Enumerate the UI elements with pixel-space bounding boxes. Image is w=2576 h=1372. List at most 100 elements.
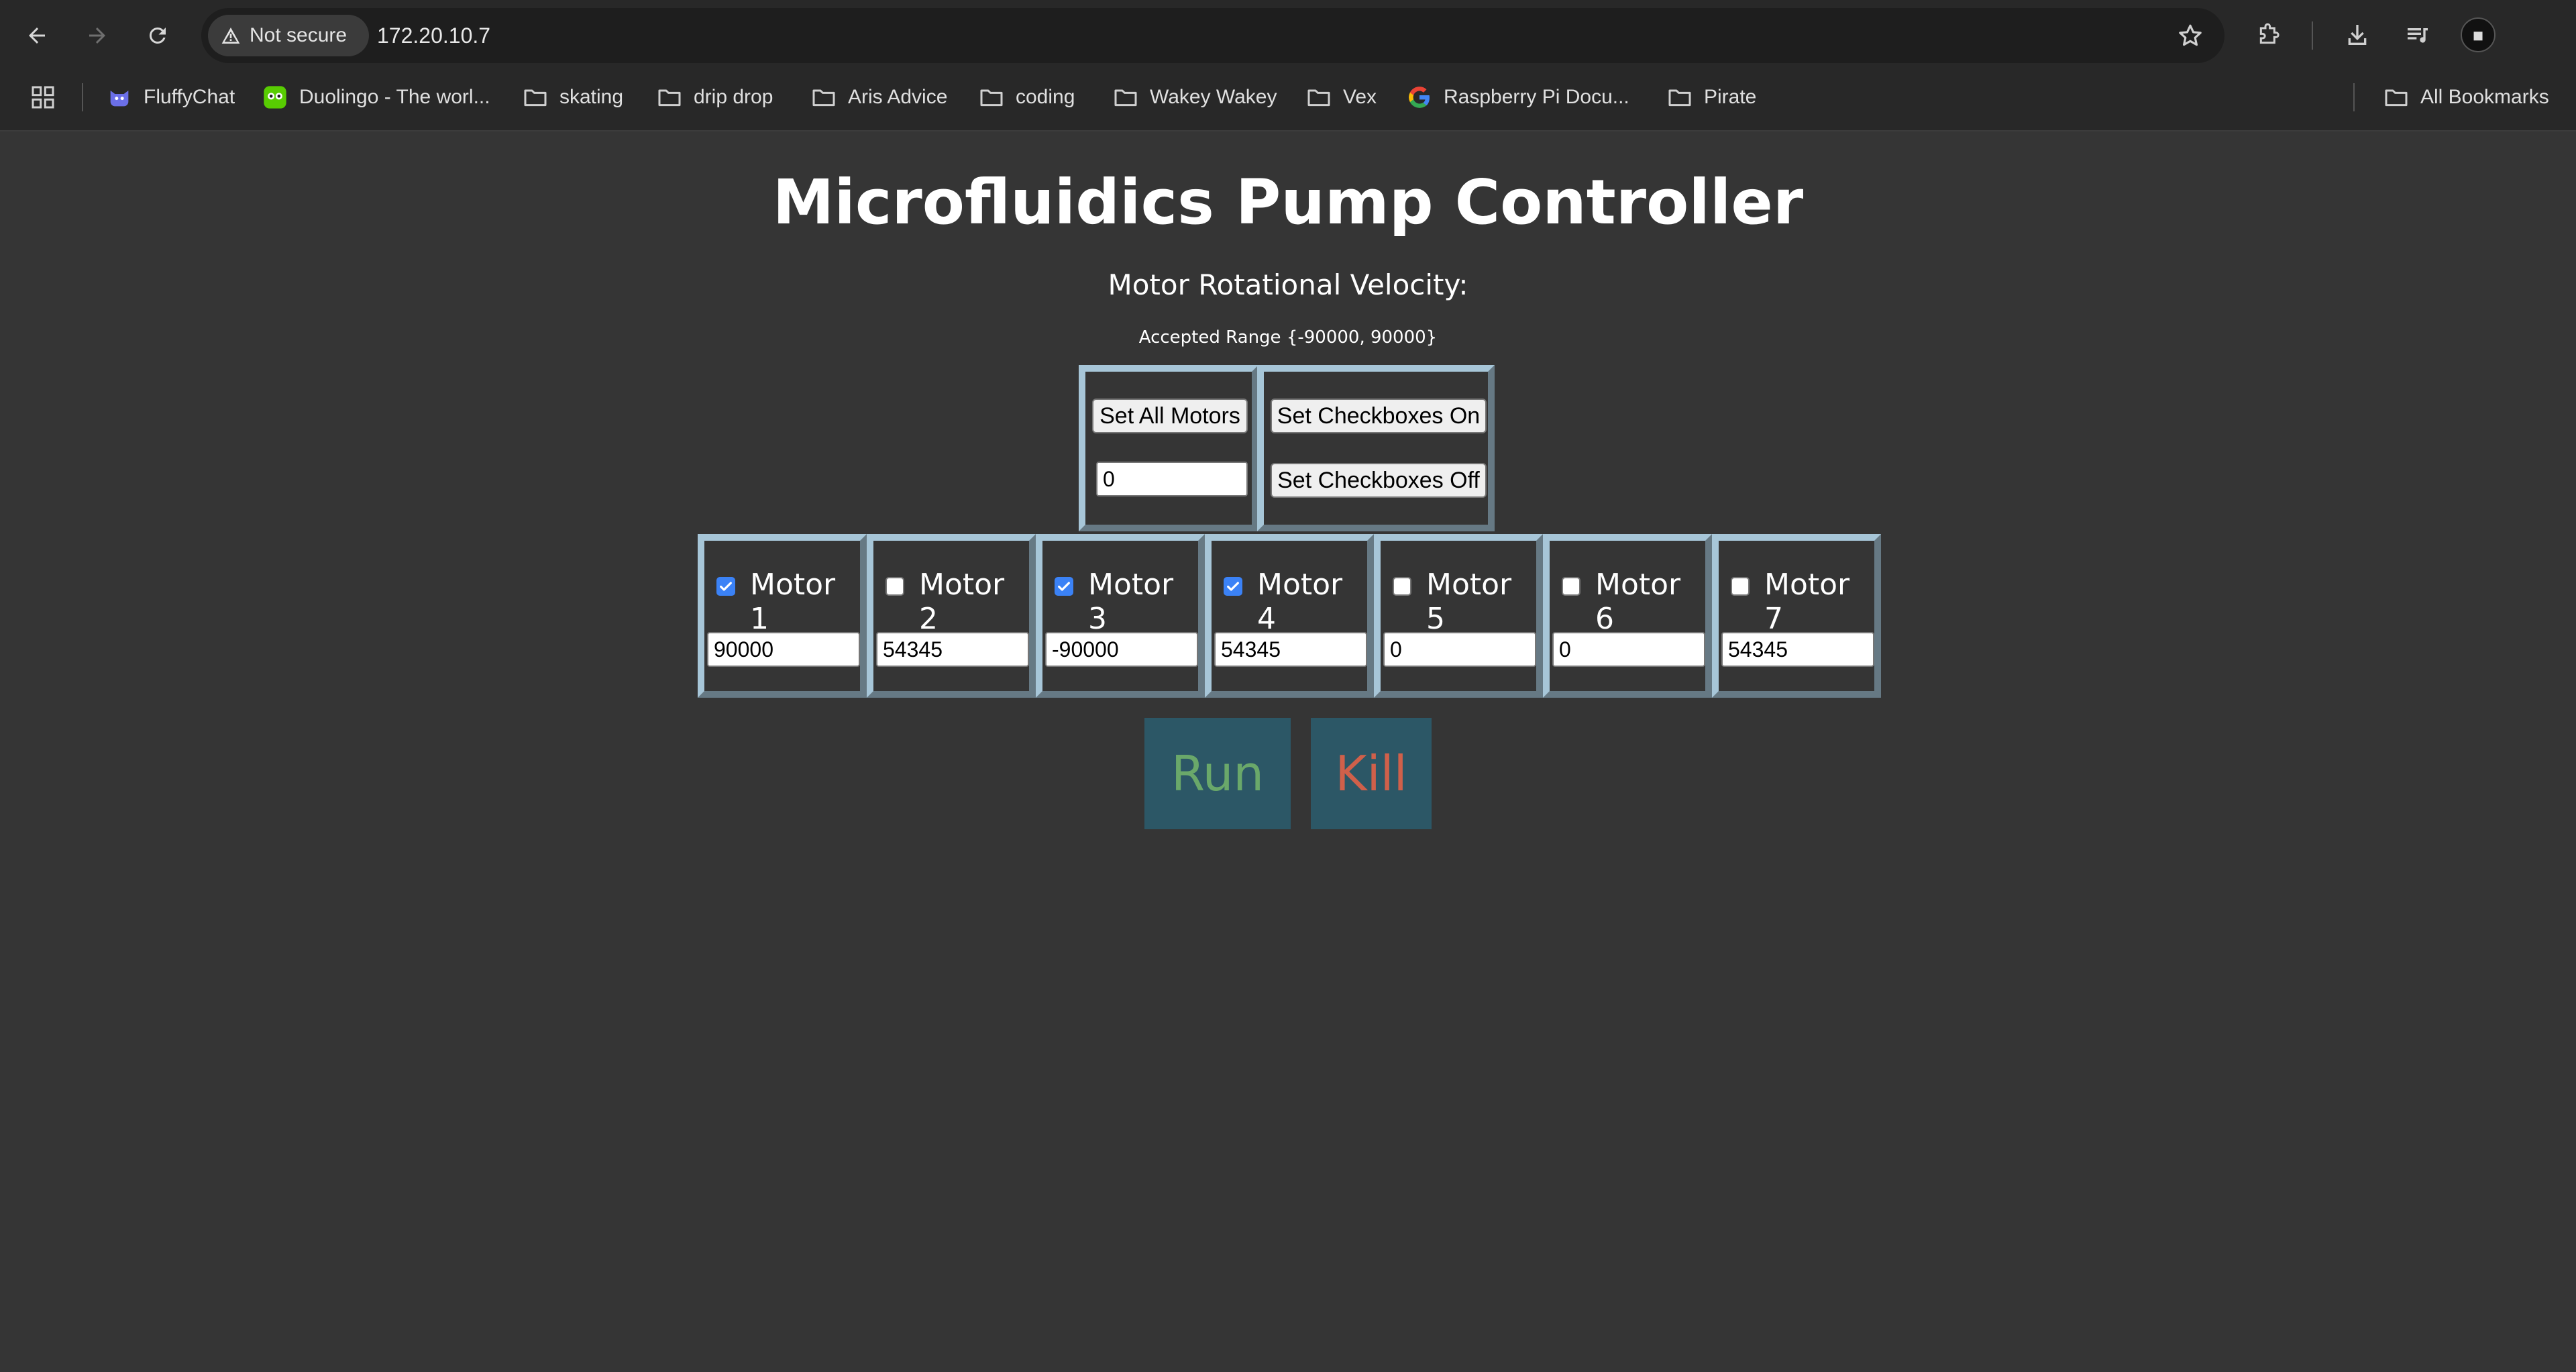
bookmark-label: Vex [1343, 86, 1377, 108]
kill-label: Kill [1335, 745, 1407, 802]
motor-label: Motor 1 [750, 568, 836, 636]
motor-cell: Motor 1 [698, 534, 867, 698]
bookmark-duolingo[interactable]: Duolingo - The worl... [262, 74, 490, 121]
avatar-icon: ◼ [2472, 28, 2484, 43]
motor-label: Motor 5 [1426, 568, 1512, 636]
bookmark-label: Aris Advice [848, 86, 948, 108]
velocity-heading: Motor Rotational Velocity: [1108, 268, 1468, 301]
bookmark-drip-drop[interactable]: drip drop [656, 74, 773, 121]
motor-cell: Motor 3 [1036, 534, 1205, 698]
downloads-button[interactable] [2339, 16, 2376, 54]
folder-icon [656, 84, 683, 111]
folder-icon [1305, 84, 1332, 111]
puzzle-icon [2259, 23, 2279, 44]
motor-label: Motor 2 [919, 568, 1005, 636]
motor-label: Motor 4 [1257, 568, 1343, 636]
all-bookmarks-button[interactable]: All Bookmarks [2383, 74, 2549, 121]
run-button[interactable]: Run [1144, 718, 1291, 829]
bookmark-label: skating [559, 86, 624, 108]
checkmark-icon [1058, 582, 1070, 591]
motor-velocity-input[interactable] [707, 632, 860, 667]
bookmark-raspberry-pi[interactable]: Raspberry Pi Docu... [1406, 74, 1629, 121]
page-title: Microfluidics Pump Controller [772, 166, 1804, 238]
motor-label: Motor 7 [1764, 568, 1850, 636]
motor-velocity-input[interactable] [1045, 632, 1198, 667]
bookmark-pirate[interactable]: Pirate [1666, 74, 1756, 121]
reload-icon [149, 27, 166, 44]
browser-chrome: Not secure 172.20.10.7 ◼ FluffyChat Duol… [0, 0, 2576, 131]
motor-velocity-input[interactable] [1721, 632, 1874, 667]
bookmark-label: Pirate [1704, 86, 1757, 108]
media-control-button[interactable] [2399, 16, 2436, 54]
forward-button[interactable] [76, 15, 118, 56]
set-checkboxes-on-button[interactable]: Set Checkboxes On [1271, 399, 1487, 433]
extensions-button[interactable] [2250, 16, 2288, 54]
bookmark-vex[interactable]: Vex [1305, 74, 1377, 121]
motor-checkbox[interactable] [1224, 577, 1242, 596]
bookmark-label: FluffyChat [144, 86, 235, 108]
set-all-cell: Set All Motors [1079, 365, 1258, 531]
accepted-range-note: Accepted Range {-90000, 90000} [1138, 327, 1438, 348]
motor-velocity-input[interactable] [1552, 632, 1705, 667]
all-bookmarks-label: All Bookmarks [2420, 86, 2549, 108]
motor-checkbox[interactable] [1055, 577, 1073, 596]
bookmark-wakey-wakey[interactable]: Wakey Wakey [1112, 74, 1277, 121]
playlist-icon [2408, 28, 2428, 43]
folder-icon [978, 84, 1005, 111]
duolingo-icon [262, 84, 288, 111]
folder-icon [2383, 84, 2410, 111]
arrow-right-icon [89, 28, 105, 44]
checkmark-icon [1227, 582, 1239, 591]
motor-cell: Motor 2 [867, 534, 1036, 698]
motor-label: Motor 6 [1595, 568, 1681, 636]
folder-icon [1112, 84, 1139, 111]
motor-checkbox[interactable] [716, 577, 735, 596]
back-button[interactable] [16, 15, 58, 56]
star-icon[interactable] [2176, 21, 2204, 50]
bookmark-aris-advice[interactable]: Aris Advice [810, 74, 947, 121]
google-icon [1406, 84, 1433, 111]
motor-cell: Motor 7 [1712, 534, 1881, 698]
set-checkboxes-off-button[interactable]: Set Checkboxes Off [1271, 463, 1487, 498]
warning-icon [221, 28, 240, 44]
security-chip[interactable]: Not secure [208, 15, 369, 56]
run-label: Run [1171, 745, 1265, 802]
profile-avatar[interactable]: ◼ [2461, 17, 2496, 52]
checkbox-controls-cell: Set Checkboxes On Set Checkboxes Off [1257, 365, 1495, 531]
motor-velocity-input[interactable] [876, 632, 1029, 667]
checkmark-icon [720, 582, 732, 591]
folder-icon [810, 84, 837, 111]
bookmark-fluffychat[interactable]: FluffyChat [106, 74, 235, 121]
motor-checkbox[interactable] [885, 577, 904, 596]
motor-velocity-input[interactable] [1383, 632, 1536, 667]
reload-button[interactable] [137, 15, 178, 56]
motor-checkbox[interactable] [1393, 577, 1411, 596]
motor-velocity-input[interactable] [1214, 632, 1367, 667]
motor-cell: Motor 5 [1374, 534, 1543, 698]
page-content: Microfluidics Pump Controller Motor Rota… [0, 133, 2576, 1372]
address-bar[interactable]: Not secure 172.20.10.7 [201, 8, 2224, 63]
security-label: Not secure [250, 24, 347, 46]
arrow-left-icon [29, 28, 45, 44]
fluffychat-icon [106, 84, 133, 111]
set-all-motors-button[interactable]: Set All Motors [1092, 399, 1248, 433]
bookmark-coding[interactable]: coding [978, 74, 1075, 121]
kill-button[interactable]: Kill [1311, 718, 1432, 829]
url-text[interactable]: 172.20.10.7 [377, 8, 490, 63]
toolbar-divider [2312, 21, 2313, 50]
bookmark-label: coding [1016, 86, 1075, 108]
bookmarks-bar: FluffyChat Duolingo - The worl... skatin… [0, 74, 2576, 121]
bookmark-label: Raspberry Pi Docu... [1444, 86, 1629, 108]
motor-cell: Motor 4 [1205, 534, 1374, 698]
motor-label: Motor 3 [1088, 568, 1174, 636]
motor-checkbox[interactable] [1562, 577, 1580, 596]
bookmarks-divider [2353, 83, 2355, 111]
motor-checkbox[interactable] [1731, 577, 1750, 596]
set-all-value-input[interactable] [1096, 462, 1248, 496]
bookmark-skating[interactable]: skating [522, 74, 623, 121]
bookmark-label: Wakey Wakey [1150, 86, 1277, 108]
bookmark-label: drip drop [694, 86, 773, 108]
download-icon [2348, 25, 2367, 45]
folder-icon [522, 84, 549, 111]
bookmark-label: Duolingo - The worl... [299, 86, 490, 108]
